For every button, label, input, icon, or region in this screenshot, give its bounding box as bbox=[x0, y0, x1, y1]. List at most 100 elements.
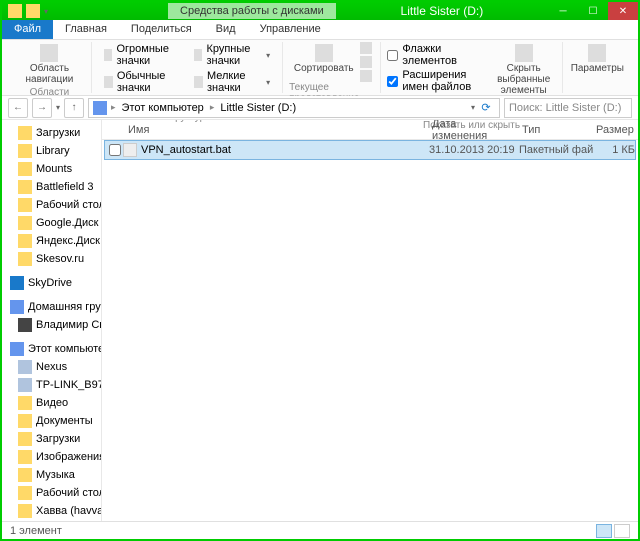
breadcrumb-dropdown[interactable]: ▾ bbox=[471, 103, 475, 112]
tree-vladimir[interactable]: Владимир Скесо bbox=[2, 316, 101, 334]
folder-icon bbox=[18, 216, 32, 230]
computer-icon bbox=[10, 342, 24, 356]
col-size[interactable]: Размер bbox=[590, 124, 638, 136]
col-name[interactable]: Имя bbox=[122, 124, 426, 136]
view-huge[interactable]: Огромные значки bbox=[98, 42, 186, 68]
tree-desktop[interactable]: Рабочий стол bbox=[2, 196, 101, 214]
tree-tplink[interactable]: TP-LINK_B9755A bbox=[2, 376, 101, 394]
folder-icon bbox=[18, 486, 32, 500]
folder-icon bbox=[18, 198, 32, 212]
skydrive-icon bbox=[10, 276, 24, 290]
search-input[interactable]: Поиск: Little Sister (D:) bbox=[504, 98, 632, 118]
nav-tree[interactable]: Загрузки Library Mounts Battlefield 3 Ра… bbox=[2, 120, 102, 521]
folder-icon bbox=[18, 126, 32, 140]
tree-skesov[interactable]: Skesov.ru bbox=[2, 250, 101, 268]
medium-icon bbox=[104, 76, 113, 88]
folder-icon bbox=[18, 450, 32, 464]
refresh-button[interactable]: ⟳ bbox=[477, 99, 495, 117]
view-medium[interactable]: Обычные значки bbox=[98, 69, 186, 95]
column-headers: Имя Дата изменения Тип Размер bbox=[102, 120, 638, 140]
address-bar: ← → ▾ ↑ ▸ Этот компьютер ▸ Little Sister… bbox=[2, 96, 638, 120]
fitcol-icon[interactable] bbox=[360, 70, 372, 82]
tab-file[interactable]: Файл bbox=[2, 20, 53, 39]
tree-nexus[interactable]: Nexus bbox=[2, 358, 101, 376]
explorer-window: ▾ Средства работы с дисками Little Siste… bbox=[2, 2, 638, 539]
folder-icon bbox=[18, 252, 32, 266]
tree-ydisk[interactable]: Яндекс.Диск bbox=[2, 232, 101, 250]
file-size: 1 КБ bbox=[593, 144, 635, 156]
small-icon bbox=[194, 76, 203, 88]
minimize-button[interactable]: ─ bbox=[548, 2, 578, 20]
tree-homegroup[interactable]: Домашняя группа bbox=[2, 298, 101, 316]
qat-dropdown[interactable]: ▾ bbox=[44, 7, 48, 16]
tab-view[interactable]: Вид bbox=[204, 20, 248, 39]
homegroup-icon bbox=[10, 300, 24, 314]
details-view-button[interactable] bbox=[596, 524, 612, 538]
col-date[interactable]: Дата изменения bbox=[426, 120, 516, 142]
maximize-button[interactable]: ☐ bbox=[578, 2, 608, 20]
tree-bf3[interactable]: Battlefield 3 bbox=[2, 178, 101, 196]
back-button[interactable]: ← bbox=[8, 98, 28, 118]
params-icon bbox=[588, 44, 606, 62]
tree-gdisk[interactable]: Google.Диск bbox=[2, 214, 101, 232]
tree-docs[interactable]: Документы bbox=[2, 412, 101, 430]
tree-library[interactable]: Library bbox=[2, 142, 101, 160]
folder-icon bbox=[18, 180, 32, 194]
tree-music[interactable]: Музыка bbox=[2, 466, 101, 484]
addcol-icon[interactable] bbox=[360, 56, 372, 68]
tree-havva[interactable]: Хавва (havva) bbox=[2, 502, 101, 520]
tree-mounts[interactable]: Mounts bbox=[2, 160, 101, 178]
folder-icon bbox=[18, 234, 32, 248]
history-dropdown[interactable]: ▾ bbox=[56, 103, 60, 112]
qat-icon[interactable] bbox=[26, 4, 40, 18]
sort-button[interactable]: Сортировать bbox=[292, 42, 356, 82]
context-tab[interactable]: Средства работы с дисками bbox=[168, 3, 336, 19]
file-list: Имя Дата изменения Тип Размер VPN_autost… bbox=[102, 120, 638, 521]
folder-icon bbox=[18, 468, 32, 482]
close-button[interactable]: ✕ bbox=[608, 2, 638, 20]
view-small[interactable]: Мелкие значки▾ bbox=[188, 69, 276, 95]
tree-downloads2[interactable]: Загрузки bbox=[2, 430, 101, 448]
sort-icon bbox=[315, 44, 333, 62]
up-button[interactable]: ↑ bbox=[64, 98, 84, 118]
tab-home[interactable]: Главная bbox=[53, 20, 119, 39]
chk-item-flags[interactable]: Флажки элементов bbox=[387, 42, 483, 68]
file-row[interactable]: VPN_autostart.bat 31.10.2013 20:19 Пакет… bbox=[104, 140, 636, 160]
col-type[interactable]: Тип bbox=[516, 124, 590, 136]
folder-icon bbox=[18, 414, 32, 428]
content: Загрузки Library Mounts Battlefield 3 Ра… bbox=[2, 120, 638, 521]
view-large[interactable]: Крупные значки▾ bbox=[188, 42, 276, 68]
crumb-current[interactable]: Little Sister (D:) bbox=[218, 102, 298, 114]
chk-extensions[interactable]: Расширения имен файлов bbox=[387, 68, 483, 94]
file-date: 31.10.2013 20:19 bbox=[429, 144, 519, 156]
hide-icon bbox=[515, 44, 533, 62]
params-button[interactable]: Параметры bbox=[569, 42, 626, 76]
device-icon bbox=[18, 378, 32, 392]
nav-panel-button[interactable]: Область навигации bbox=[14, 42, 85, 87]
forward-button[interactable]: → bbox=[32, 98, 52, 118]
tab-manage[interactable]: Управление bbox=[248, 20, 333, 39]
tree-desktop2[interactable]: Рабочий стол bbox=[2, 484, 101, 502]
tree-video[interactable]: Видео bbox=[2, 394, 101, 412]
tree-images[interactable]: Изображения bbox=[2, 448, 101, 466]
file-checkbox[interactable] bbox=[109, 144, 121, 156]
file-type: Пакетный файл ... bbox=[519, 144, 593, 156]
tab-share[interactable]: Поделиться bbox=[119, 20, 204, 39]
group-icon[interactable] bbox=[360, 42, 372, 54]
crumb-root[interactable]: Этот компьютер bbox=[120, 102, 206, 114]
tree-downloads[interactable]: Загрузки bbox=[2, 124, 101, 142]
device-icon bbox=[18, 360, 32, 374]
window-title: Little Sister (D:) bbox=[336, 4, 548, 18]
tree-thispc[interactable]: Этот компьютер bbox=[2, 340, 101, 358]
titlebar[interactable]: ▾ Средства работы с дисками Little Siste… bbox=[2, 2, 638, 20]
huge-icon bbox=[104, 49, 113, 61]
app-icon bbox=[8, 4, 22, 18]
status-text: 1 элемент bbox=[10, 525, 62, 537]
bat-file-icon bbox=[123, 143, 137, 157]
breadcrumb[interactable]: ▸ Этот компьютер ▸ Little Sister (D:) ▾ … bbox=[88, 98, 500, 118]
tree-skydrive[interactable]: SkyDrive bbox=[2, 274, 101, 292]
status-bar: 1 элемент bbox=[2, 521, 638, 539]
thumbnails-view-button[interactable] bbox=[614, 524, 630, 538]
folder-icon bbox=[18, 144, 32, 158]
large-icon bbox=[194, 49, 202, 61]
